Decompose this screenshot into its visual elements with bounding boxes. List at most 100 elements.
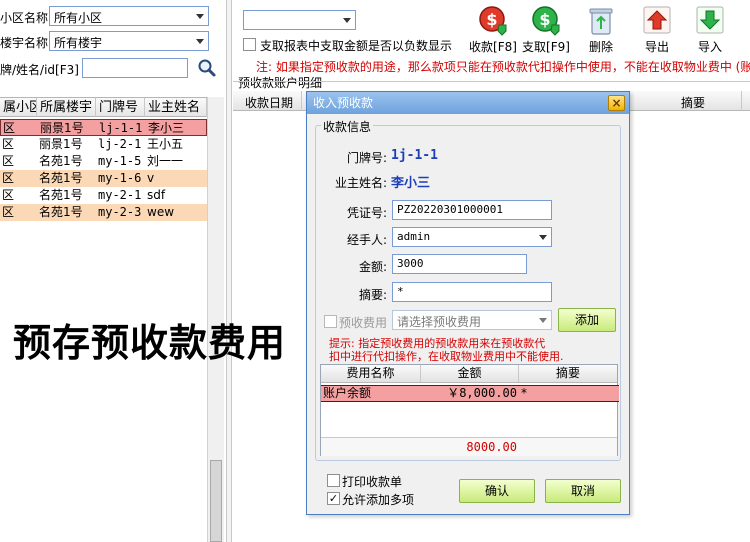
- withdraw-button[interactable]: $ 支取[F9]: [521, 5, 571, 55]
- table-row[interactable]: 区 丽景1号 lj-2-1 王小五: [0, 136, 207, 153]
- column-header[interactable]: 属小区: [0, 98, 37, 117]
- table-row[interactable]: 区 名苑1号 my-1-5 刘一一: [0, 153, 207, 170]
- table-cell: wew: [147, 205, 175, 219]
- table-cell: my-2-1: [98, 188, 142, 202]
- voucher-input[interactable]: PZ20220301000001: [392, 200, 552, 220]
- search-input[interactable]: [82, 58, 188, 78]
- table-cell: 李小三: [148, 121, 185, 135]
- owner-name-value: 李小三: [391, 176, 431, 191]
- left-grid-header: 属小区 所属楼宇 门牌号 业主姓名: [0, 97, 207, 117]
- export-button[interactable]: 导出: [632, 5, 682, 55]
- receive-button[interactable]: $ 收款[F8]: [468, 5, 518, 55]
- scrollbar-thumb[interactable]: [210, 460, 222, 542]
- receive-money-icon: $: [478, 5, 508, 40]
- column-header[interactable]: 摘要: [681, 94, 705, 111]
- export-label: 导出: [644, 40, 669, 54]
- withdraw-money-icon: $: [531, 5, 561, 40]
- delete-button[interactable]: 删除: [576, 5, 626, 55]
- building-select-value: 所有楼宇: [54, 36, 103, 50]
- table-cell: 王小五: [147, 137, 184, 151]
- fee-name-cell: 账户余额: [323, 386, 372, 400]
- door-number-value: 1j-1-1: [391, 148, 438, 163]
- cancel-button[interactable]: 取消: [545, 479, 621, 503]
- table-cell: 区: [2, 188, 15, 202]
- ok-button[interactable]: 确认: [459, 479, 535, 503]
- fee-grid-row[interactable]: 账户余额 ￥8,000.00 *: [321, 385, 619, 402]
- hint-line-2: 扣中进行代扣操作，在收取物业费用中不能使用.: [329, 350, 564, 363]
- handler-select[interactable]: admin: [392, 227, 552, 247]
- fee-amount-cell: ￥8,000.00: [447, 386, 517, 400]
- withdraw-label: 支取[F9]: [522, 40, 570, 54]
- table-cell: lj-1-1: [99, 121, 143, 135]
- community-select-value: 所有小区: [54, 11, 103, 25]
- fee-select-placeholder: 请选择预收费用: [397, 315, 482, 329]
- table-cell: 丽景1号: [40, 121, 84, 135]
- building-select[interactable]: 所有楼宇: [49, 31, 209, 51]
- overlay-caption: 预存预收款费用: [13, 321, 287, 365]
- door-number-label: 门牌号:: [346, 151, 387, 165]
- community-label: 小区名称:: [0, 11, 53, 25]
- chevron-down-icon: [539, 235, 547, 240]
- print-receipt-label: 打印收款单: [342, 475, 403, 489]
- amount-input[interactable]: 3000: [392, 254, 527, 274]
- fee-select[interactable]: 请选择预收费用: [392, 310, 552, 330]
- account-select[interactable]: [243, 10, 356, 30]
- svg-text:$: $: [539, 10, 550, 29]
- fee-grid-header: 费用名称 金额 摘要: [321, 365, 617, 383]
- negative-display-label: 支取报表中支取金额是否以负数显示: [260, 39, 453, 53]
- table-cell: my-1-6: [98, 171, 142, 185]
- community-select[interactable]: 所有小区: [49, 6, 209, 26]
- table-cell: 名苑1号: [39, 205, 83, 219]
- summary-label: 摘要:: [358, 288, 387, 302]
- add-fee-button[interactable]: 添加: [558, 308, 616, 332]
- table-cell: 名苑1号: [39, 154, 83, 168]
- building-label: 楼宇名称:: [0, 36, 53, 50]
- table-cell: lj-2-1: [98, 137, 142, 151]
- import-arrow-icon: [695, 5, 725, 38]
- print-receipt-checkbox[interactable]: [327, 474, 340, 487]
- negative-display-checkbox[interactable]: [243, 38, 256, 51]
- voucher-label: 凭证号:: [346, 206, 387, 220]
- search-icon[interactable]: [197, 58, 217, 78]
- receipt-info-group-title: 收款信息: [321, 118, 374, 135]
- table-row[interactable]: 区 名苑1号 my-1-6 v: [0, 170, 207, 187]
- fee-total: 8000.00: [466, 440, 517, 454]
- table-cell: my-1-5: [98, 154, 142, 168]
- summary-input[interactable]: *: [392, 282, 552, 302]
- column-header[interactable]: 业主姓名: [145, 98, 207, 117]
- column-header[interactable]: 所属楼宇: [37, 98, 96, 117]
- fee-checkbox-label: 预收费用: [339, 316, 388, 330]
- table-row[interactable]: 区 名苑1号 my-2-3 wew: [0, 204, 207, 221]
- dialog-title-bar[interactable]: 收入预收款: [307, 92, 629, 114]
- amount-label: 金额:: [358, 260, 387, 274]
- table-cell: 区: [2, 154, 15, 168]
- splitter[interactable]: [226, 0, 232, 542]
- table-cell: 刘一一: [147, 154, 184, 168]
- section-divider: [233, 81, 750, 82]
- chevron-down-icon: [196, 14, 204, 19]
- column-header[interactable]: 门牌号: [96, 98, 145, 117]
- chevron-down-icon: [343, 18, 351, 23]
- table-cell: 区: [3, 121, 16, 135]
- import-button[interactable]: 导入: [685, 5, 735, 55]
- table-cell: sdf: [147, 188, 166, 202]
- column-header[interactable]: 金额: [421, 365, 519, 382]
- allow-multiple-label: 允许添加多项: [342, 493, 415, 507]
- column-header[interactable]: 收款日期: [245, 94, 293, 111]
- detail-section-title: 预收款账户明细: [237, 74, 324, 91]
- fee-checkbox[interactable]: [324, 315, 337, 328]
- table-cell: 区: [2, 171, 15, 185]
- close-icon[interactable]: ×: [608, 95, 625, 111]
- usage-note: 注: 如果指定预收款的用途，那么款项只能在预收款代扣操作中使用，不能在收取物业费…: [256, 60, 750, 74]
- recycle-bin-icon: [587, 5, 615, 40]
- receive-label: 收款[F8]: [469, 40, 517, 54]
- table-cell: 名苑1号: [39, 171, 83, 185]
- column-header[interactable]: 摘要: [519, 365, 617, 382]
- export-arrow-icon: [642, 5, 672, 38]
- allow-multiple-checkbox[interactable]: ✓: [327, 492, 340, 505]
- column-header[interactable]: 费用名称: [321, 365, 421, 382]
- table-row[interactable]: 区 名苑1号 my-2-1 sdf: [0, 187, 207, 204]
- svg-text:$: $: [486, 10, 497, 29]
- table-cell: my-2-3: [98, 205, 142, 219]
- table-row[interactable]: 区 丽景1号 lj-1-1 李小三: [0, 119, 207, 136]
